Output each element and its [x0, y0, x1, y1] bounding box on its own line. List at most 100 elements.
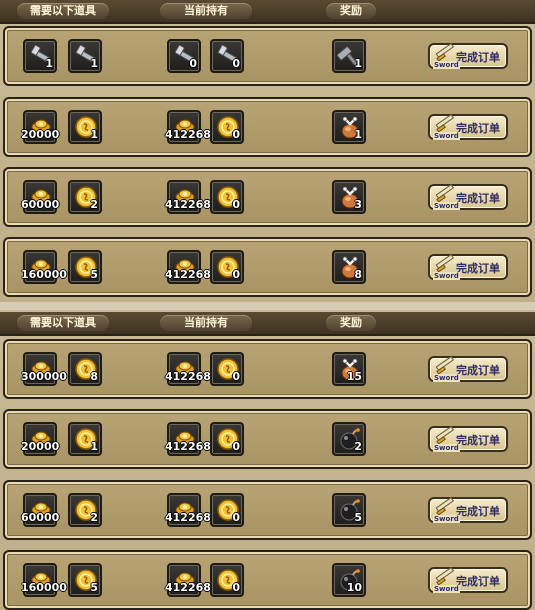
item-quantity: 412268	[165, 581, 211, 594]
item-quantity: 0	[232, 440, 240, 453]
item-quantity: 1	[90, 128, 98, 141]
required-item-slot[interactable]: 60000	[21, 493, 59, 527]
item-quantity: 0	[232, 370, 240, 383]
held-item-slot[interactable]: 0	[210, 352, 244, 386]
sword-sublabel: Sword	[433, 202, 460, 210]
held-item-slot[interactable]: 412268	[165, 180, 211, 214]
complete-order-label: 完成订单	[456, 122, 500, 135]
item-quantity: 0	[189, 57, 197, 70]
held-item-slot[interactable]: 412268	[165, 110, 211, 144]
item-quantity: 412268	[165, 511, 211, 524]
reward-item-slot[interactable]: 10	[332, 563, 366, 597]
held-item-slot[interactable]: 412268	[165, 352, 211, 386]
complete-order-label: 完成订单	[456, 434, 500, 447]
held-item-slot[interactable]: 0	[210, 39, 244, 73]
item-quantity: 160000	[21, 268, 67, 281]
order-row: 300000 8 412268 0 15 完成订单 Sword	[3, 339, 532, 399]
held-item-slot[interactable]: 0	[210, 493, 244, 527]
required-item-slot[interactable]: 20000	[21, 422, 60, 456]
required-item-slot[interactable]: 1	[68, 422, 102, 456]
header-currently-held: 当前持有	[160, 3, 252, 19]
held-item-slot[interactable]: 412268	[165, 422, 211, 456]
complete-order-button[interactable]: 完成订单 Sword	[428, 355, 508, 382]
held-item-slot[interactable]: 0	[167, 39, 201, 73]
required-item-slot[interactable]: 5	[68, 250, 102, 284]
complete-order-label: 完成订单	[456, 262, 500, 275]
header-required-items: 需要以下道具	[17, 3, 109, 19]
reward-item-slot[interactable]: 8	[332, 250, 366, 284]
item-quantity: 1	[90, 440, 98, 453]
item-quantity: 5	[90, 581, 98, 594]
reward-item-slot[interactable]: 1	[332, 110, 366, 144]
required-item-slot[interactable]: 1	[68, 110, 102, 144]
held-item-slot[interactable]: 0	[210, 110, 244, 144]
order-row: 20000 1 412268 0 1 完成订单 Sword	[3, 97, 532, 157]
sword-sublabel: Sword	[433, 444, 460, 452]
complete-order-button[interactable]: 完成订单 Sword	[428, 566, 508, 593]
sword-sublabel: Sword	[433, 515, 460, 523]
required-item-slot[interactable]: 160000	[21, 250, 67, 284]
item-quantity: 160000	[21, 581, 67, 594]
required-item-slot[interactable]: 20000	[21, 110, 60, 144]
complete-order-button[interactable]: 完成订单 Sword	[428, 425, 508, 452]
item-quantity: 412268	[165, 268, 211, 281]
complete-order-label: 完成订单	[456, 51, 500, 64]
sword-sublabel: Sword	[433, 374, 460, 382]
held-item-slot[interactable]: 0	[210, 563, 244, 597]
complete-order-button[interactable]: 完成订单 Sword	[428, 253, 508, 280]
required-item-slot[interactable]: 5	[68, 563, 102, 597]
item-quantity: 0	[232, 57, 240, 70]
item-quantity: 1	[45, 57, 53, 70]
complete-order-label: 完成订单	[456, 575, 500, 588]
complete-order-button[interactable]: 完成订单 Sword	[428, 113, 508, 140]
item-quantity: 60000	[21, 198, 60, 211]
item-quantity: 20000	[21, 128, 60, 141]
order-row: 20000 1 412268 0 2 完成订单 Sword	[3, 409, 532, 469]
complete-order-label: 完成订单	[456, 364, 500, 377]
item-quantity: 8	[90, 370, 98, 383]
item-quantity: 412268	[165, 128, 211, 141]
complete-order-button[interactable]: 完成订单 Sword	[428, 496, 508, 523]
required-item-slot[interactable]: 160000	[21, 563, 67, 597]
reward-item-slot[interactable]: 1	[332, 39, 366, 73]
required-item-slot[interactable]: 300000	[21, 352, 67, 386]
held-item-slot[interactable]: 412268	[165, 563, 211, 597]
required-item-slot[interactable]: 60000	[21, 180, 60, 214]
item-quantity: 0	[232, 511, 240, 524]
held-item-slot[interactable]: 0	[210, 422, 244, 456]
held-item-slot[interactable]: 0	[210, 180, 244, 214]
required-item-slot[interactable]: 1	[68, 39, 102, 73]
item-quantity: 15	[346, 370, 362, 383]
order-header-bar-2: 需要以下道具 当前持有 奖励	[0, 312, 535, 336]
complete-order-button[interactable]: 完成订单 Sword	[428, 42, 508, 69]
item-quantity: 0	[232, 268, 240, 281]
sword-sublabel: Sword	[433, 272, 460, 280]
header-reward: 奖励	[326, 315, 376, 331]
complete-order-button[interactable]: 完成订单 Sword	[428, 183, 508, 210]
reward-item-slot[interactable]: 3	[332, 180, 366, 214]
order-row: 60000 2 412268 0 3 完成订单 Sword	[3, 167, 532, 227]
header-reward: 奖励	[326, 3, 376, 19]
required-item-slot[interactable]: 2	[68, 180, 102, 214]
sword-sublabel: Sword	[433, 585, 460, 593]
order-row: 1 1 0 0 1 完成订单 Sword	[3, 26, 532, 86]
reward-item-slot[interactable]: 15	[332, 352, 366, 386]
header-required-items: 需要以下道具	[17, 315, 109, 331]
item-quantity: 1	[90, 57, 98, 70]
item-quantity: 0	[232, 581, 240, 594]
held-item-slot[interactable]: 412268	[165, 493, 211, 527]
required-item-slot[interactable]: 8	[68, 352, 102, 386]
item-quantity: 0	[232, 198, 240, 211]
required-item-slot[interactable]: 2	[68, 493, 102, 527]
item-quantity: 2	[90, 198, 98, 211]
item-quantity: 20000	[21, 440, 60, 453]
reward-item-slot[interactable]: 2	[332, 422, 366, 456]
item-quantity: 300000	[21, 370, 67, 383]
item-quantity: 3	[354, 198, 362, 211]
required-item-slot[interactable]: 1	[23, 39, 57, 73]
held-item-slot[interactable]: 412268	[165, 250, 211, 284]
reward-item-slot[interactable]: 5	[332, 493, 366, 527]
held-item-slot[interactable]: 0	[210, 250, 244, 284]
item-quantity: 1	[354, 57, 362, 70]
header-currently-held: 当前持有	[160, 315, 252, 331]
